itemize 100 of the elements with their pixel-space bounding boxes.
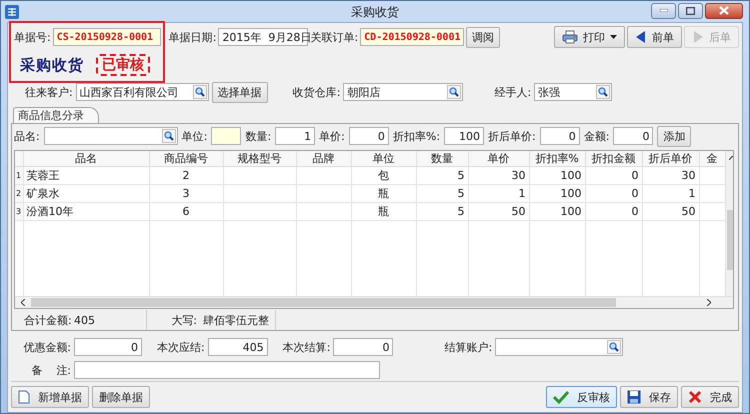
view-button[interactable]: 调阅 bbox=[466, 26, 500, 48]
app-icon bbox=[5, 4, 19, 18]
input-field[interactable]: CS-20150928-0001 bbox=[52, 28, 161, 46]
input-field[interactable]: 0 bbox=[613, 127, 654, 145]
scroll-right-icon bbox=[707, 299, 711, 306]
input-field[interactable]: 0 bbox=[74, 338, 142, 356]
minimize-button[interactable] bbox=[651, 2, 676, 18]
product-field[interactable] bbox=[44, 127, 178, 145]
lookup-button[interactable] bbox=[596, 85, 610, 99]
field-label: 优惠金额: bbox=[22, 340, 71, 354]
table-cell bbox=[296, 184, 351, 202]
column-header[interactable]: 折扣金额 bbox=[585, 151, 642, 166]
table-cell: 3 bbox=[149, 184, 223, 202]
summary-label: 合计金额: bbox=[23, 312, 70, 328]
customer-field[interactable]: 山西家百利有限公司 bbox=[76, 83, 209, 101]
amount-in-words: 肆佰零伍元整 bbox=[197, 310, 276, 330]
close-icon bbox=[688, 390, 702, 404]
handler-field[interactable]: 张强 bbox=[534, 83, 612, 101]
input-field[interactable]: 405 bbox=[208, 338, 268, 356]
lookup-button[interactable] bbox=[162, 129, 176, 143]
field-label: 往来客户: bbox=[25, 84, 73, 100]
field-label: 单位: bbox=[182, 128, 208, 144]
row-number: 1 bbox=[15, 166, 23, 184]
input-field[interactable]: 1 bbox=[275, 127, 316, 145]
footer-button[interactable]: 完成 bbox=[681, 386, 739, 408]
column-header[interactable]: 品牌 bbox=[296, 151, 351, 166]
table-cell: 100 bbox=[529, 184, 585, 202]
column-header[interactable]: 规格型号 bbox=[223, 151, 296, 166]
table-cell: 30 bbox=[642, 166, 699, 184]
table-cell: 0 bbox=[585, 202, 642, 220]
table-cell: 瓶 bbox=[351, 184, 416, 202]
footer-button[interactable]: 反审核 bbox=[546, 386, 617, 408]
input-field[interactable]: 0 bbox=[333, 338, 394, 356]
select-document-button[interactable]: 选择单据 bbox=[212, 82, 268, 102]
column-header[interactable]: 商品编号 bbox=[149, 151, 223, 166]
toolbar-button[interactable]: 前单 bbox=[627, 26, 682, 48]
table-cell: 100 bbox=[529, 166, 585, 184]
column-header[interactable]: 单位 bbox=[351, 151, 416, 166]
search-icon bbox=[449, 87, 460, 97]
search-icon bbox=[194, 87, 205, 97]
field-label: 经手人: bbox=[494, 84, 532, 100]
field-label: 品名: bbox=[14, 128, 40, 144]
tab[interactable]: 商品信息分录 bbox=[13, 107, 99, 123]
field-label: 单据号: bbox=[14, 30, 51, 44]
table-cell: 50 bbox=[468, 202, 529, 220]
check-icon bbox=[553, 390, 569, 404]
input-field[interactable]: 100 bbox=[444, 127, 484, 145]
lookup-button[interactable] bbox=[447, 85, 462, 99]
account-field[interactable] bbox=[495, 338, 624, 356]
summary-label: 大写: bbox=[170, 312, 197, 328]
footer-button[interactable]: 新增单据 bbox=[11, 386, 89, 408]
column-header[interactable]: 折扣率% bbox=[529, 151, 585, 166]
remark-field[interactable] bbox=[74, 361, 380, 379]
close-button[interactable] bbox=[705, 2, 743, 18]
input-field[interactable]: 0 bbox=[348, 127, 389, 145]
warehouse-field[interactable]: 朝阳店 bbox=[343, 83, 464, 101]
column-header[interactable]: 数量 bbox=[416, 151, 468, 166]
toolbar-button[interactable]: 打印 bbox=[554, 26, 625, 48]
field-label: 单据日期: bbox=[168, 30, 216, 44]
column-header[interactable]: 折后单价 bbox=[642, 151, 699, 166]
field-label: 本次结算: bbox=[282, 340, 330, 354]
table-cell: 0 bbox=[585, 184, 642, 202]
footer-button[interactable]: 删除单据 bbox=[92, 386, 150, 408]
table-cell: 包 bbox=[351, 166, 416, 184]
table-cell: 0 bbox=[585, 166, 642, 184]
table-cell: 50 bbox=[642, 202, 699, 220]
table-cell: 汾酒10年 bbox=[23, 202, 149, 220]
table-cell: 30 bbox=[468, 166, 529, 184]
search-icon bbox=[164, 131, 174, 141]
search-icon bbox=[598, 87, 608, 97]
lookup-button[interactable] bbox=[607, 340, 622, 354]
input-field[interactable]: CD-20150928-0001 bbox=[360, 28, 464, 46]
right-arrow-icon bbox=[692, 30, 704, 44]
footer-button[interactable]: 保存 bbox=[620, 386, 678, 408]
add-button[interactable]: 添加 bbox=[657, 126, 692, 146]
input-field[interactable]: 0 bbox=[540, 127, 580, 145]
horizontal-scrollbar[interactable] bbox=[15, 296, 733, 308]
lookup-button[interactable] bbox=[192, 85, 207, 99]
column-header[interactable]: 金 bbox=[699, 151, 725, 166]
table-cell: 2 bbox=[149, 166, 223, 184]
scroll-left-icon bbox=[21, 299, 25, 306]
column-header[interactable]: 品名 bbox=[23, 151, 149, 166]
document-icon bbox=[18, 390, 30, 404]
maximize-button[interactable] bbox=[678, 2, 703, 18]
printer-icon bbox=[562, 30, 578, 44]
table-cell: 瓶 bbox=[351, 202, 416, 220]
document-title: 采购收货 bbox=[20, 56, 84, 74]
date-picker[interactable]: 2015年 9月28日 bbox=[218, 28, 308, 46]
table-cell bbox=[296, 166, 351, 184]
column-header[interactable]: 单价 bbox=[468, 151, 529, 166]
input-field[interactable] bbox=[211, 127, 242, 145]
field-label: 单价: bbox=[319, 128, 345, 144]
field-label: 收货仓库: bbox=[292, 84, 340, 100]
table-cell bbox=[699, 184, 725, 202]
table-cell: 5 bbox=[416, 202, 468, 220]
minimize-icon bbox=[660, 9, 668, 12]
table-cell bbox=[699, 166, 725, 184]
table-cell: 100 bbox=[529, 202, 585, 220]
caret-icon bbox=[610, 35, 617, 39]
table-cell: 6 bbox=[149, 202, 223, 220]
